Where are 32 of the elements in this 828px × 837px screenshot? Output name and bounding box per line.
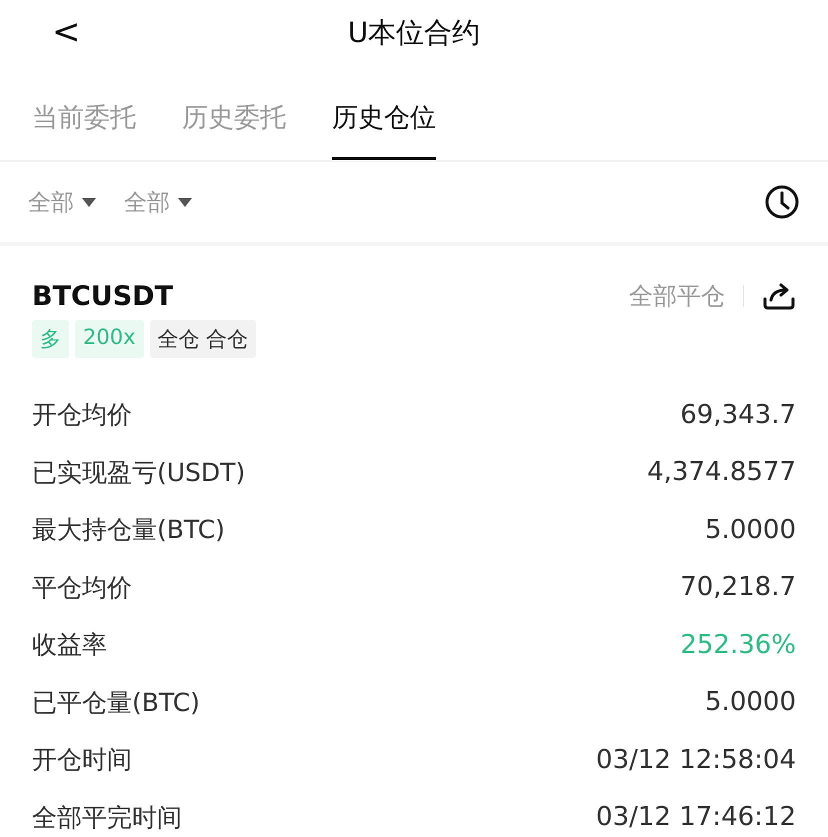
field-value: 252.36%: [680, 630, 796, 660]
field-value: 5.0000: [705, 687, 796, 718]
caret-icon: [178, 198, 192, 206]
field-label: 全部平完时间: [32, 802, 182, 834]
tab[interactable]: 历史仓位: [332, 100, 436, 160]
field-value: 5.0000: [705, 514, 796, 545]
field-value: 70,218.7: [680, 572, 796, 602]
symbol-title: BTCUSDT: [32, 280, 174, 312]
position-tag: 全仓 合仓: [150, 320, 256, 358]
field-value: 03/12 12:58:04: [596, 744, 796, 775]
field-value: 69,343.7: [680, 400, 796, 430]
close-all-button[interactable]: 全部平仓: [629, 280, 725, 312]
position-tag: 多: [32, 320, 69, 358]
field-label: 收益率: [32, 629, 107, 662]
page-title: U本位合约: [348, 15, 480, 51]
field-value: 03/12 17:46:12: [596, 802, 796, 832]
field-label: 已实现盈亏(USDT): [32, 456, 246, 489]
field-label: 开仓均价: [32, 399, 132, 432]
tab[interactable]: 当前委托: [32, 100, 136, 160]
filter-dropdown[interactable]: 全部: [28, 186, 96, 218]
field-label: 最大持仓量(BTC): [32, 514, 225, 546]
back-button[interactable]: <: [44, 12, 88, 52]
filter-dropdown[interactable]: 全部: [124, 186, 192, 218]
caret-icon: [82, 198, 96, 206]
field-label: 开仓时间: [32, 744, 132, 776]
share-icon[interactable]: [762, 281, 796, 311]
tab[interactable]: 历史委托: [182, 100, 286, 160]
position-tag: 200x: [75, 320, 144, 358]
field-label: 已平仓量(BTC): [32, 686, 200, 719]
field-label: 平仓均价: [32, 572, 132, 604]
field-value: 4,374.8577: [647, 457, 796, 488]
clock-icon[interactable]: [764, 184, 800, 220]
